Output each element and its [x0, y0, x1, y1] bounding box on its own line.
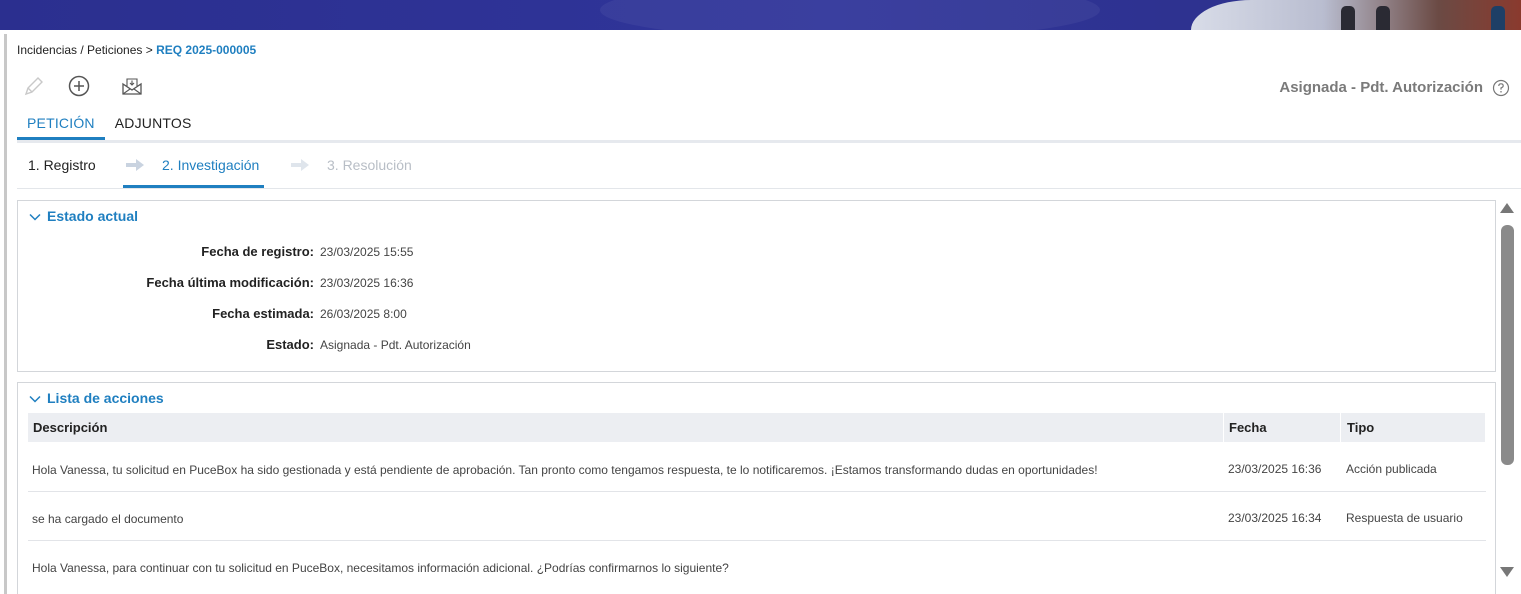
column-header-fecha[interactable]: Fecha — [1229, 420, 1267, 435]
chevron-down-icon[interactable] — [29, 393, 41, 405]
cell-tipo: Acción publicada — [1346, 462, 1437, 476]
breadcrumb: Incidencias / Peticiones > REQ 2025-0000… — [17, 43, 256, 57]
cell-tipo: Respuesta de usuario — [1346, 511, 1463, 525]
banner-photo — [1191, 0, 1521, 30]
field-fecha-registro: Fecha de registro: 23/03/2025 15:55 — [18, 244, 618, 264]
field-label: Fecha estimada: — [212, 306, 314, 321]
field-value: Asignada - Pdt. Autorización — [320, 338, 471, 352]
arrow-right-icon — [126, 159, 144, 171]
breadcrumb-current: REQ 2025-000005 — [156, 43, 257, 57]
status-label: Asignada - Pdt. Autorización — [1279, 79, 1483, 96]
column-separator — [1223, 413, 1224, 442]
envelope-icon[interactable] — [120, 74, 144, 98]
pencil-icon[interactable] — [22, 74, 46, 98]
tab-bar: PETICIÓN ADJUNTOS — [17, 112, 202, 140]
column-separator — [1340, 413, 1341, 442]
banner-decoration — [600, 0, 1100, 30]
lista-acciones-panel: Lista de acciones Descripción Fecha Tipo… — [17, 382, 1496, 594]
scroll-up-arrow-icon[interactable] — [1500, 202, 1514, 214]
cell-descripcion: Hola Vanessa, para continuar con tu soli… — [32, 561, 729, 575]
chevron-down-icon[interactable] — [29, 211, 41, 223]
step-registro[interactable]: 1. Registro — [28, 157, 96, 173]
panel-title[interactable]: Lista de acciones — [47, 390, 164, 406]
table-row[interactable]: Hola Vanessa, tu solicitud en PuceBox ha… — [28, 443, 1486, 492]
field-label: Fecha última modificación: — [146, 275, 314, 290]
scroll-down-arrow-icon[interactable] — [1500, 566, 1514, 578]
step-investigacion[interactable]: 2. Investigación — [162, 157, 259, 173]
cell-fecha: 23/03/2025 16:36 — [1228, 462, 1322, 476]
field-fecha-modificacion: Fecha última modificación: 23/03/2025 16… — [18, 275, 618, 295]
panel-title[interactable]: Estado actual — [47, 208, 138, 224]
table-header: Descripción Fecha Tipo — [28, 413, 1485, 442]
step-resolucion: 3. Resolución — [327, 157, 412, 173]
tab-divider — [17, 140, 1521, 143]
table-row[interactable]: Hola Vanessa, para continuar con tu soli… — [28, 541, 1486, 590]
column-header-tipo[interactable]: Tipo — [1347, 420, 1374, 435]
field-label: Fecha de registro: — [201, 244, 314, 259]
column-header-descripcion[interactable]: Descripción — [33, 420, 107, 435]
estado-actual-panel: Estado actual Fecha de registro: 23/03/2… — [17, 200, 1496, 372]
breadcrumb-path[interactable]: Incidencias / Peticiones > — [17, 43, 153, 57]
scrollbar-thumb[interactable] — [1501, 225, 1514, 465]
field-label: Estado: — [266, 337, 314, 352]
steps-divider — [17, 188, 1521, 189]
table-row[interactable]: se ha cargado el documento 23/03/2025 16… — [28, 492, 1486, 541]
arrow-right-icon — [291, 159, 309, 171]
left-frame-border — [4, 34, 7, 594]
question-circle-icon[interactable] — [1492, 79, 1510, 97]
workflow-steps: 1. Registro 2. Investigación 3. Resoluci… — [17, 148, 1521, 188]
field-value: 23/03/2025 16:36 — [320, 276, 414, 290]
field-value: 23/03/2025 15:55 — [320, 245, 414, 259]
tab-adjuntos[interactable]: ADJUNTOS — [105, 112, 202, 140]
field-estado: Estado: Asignada - Pdt. Autorización — [18, 337, 618, 357]
cell-descripcion: se ha cargado el documento — [32, 512, 184, 526]
cell-descripcion: Hola Vanessa, tu solicitud en PuceBox ha… — [32, 463, 1098, 477]
field-value: 26/03/2025 8:00 — [320, 307, 407, 321]
top-banner — [0, 0, 1521, 30]
tab-peticion[interactable]: PETICIÓN — [17, 112, 105, 140]
field-fecha-estimada: Fecha estimada: 26/03/2025 8:00 — [18, 306, 618, 326]
cell-fecha: 23/03/2025 16:34 — [1228, 511, 1322, 525]
add-circle-icon[interactable] — [67, 74, 91, 98]
